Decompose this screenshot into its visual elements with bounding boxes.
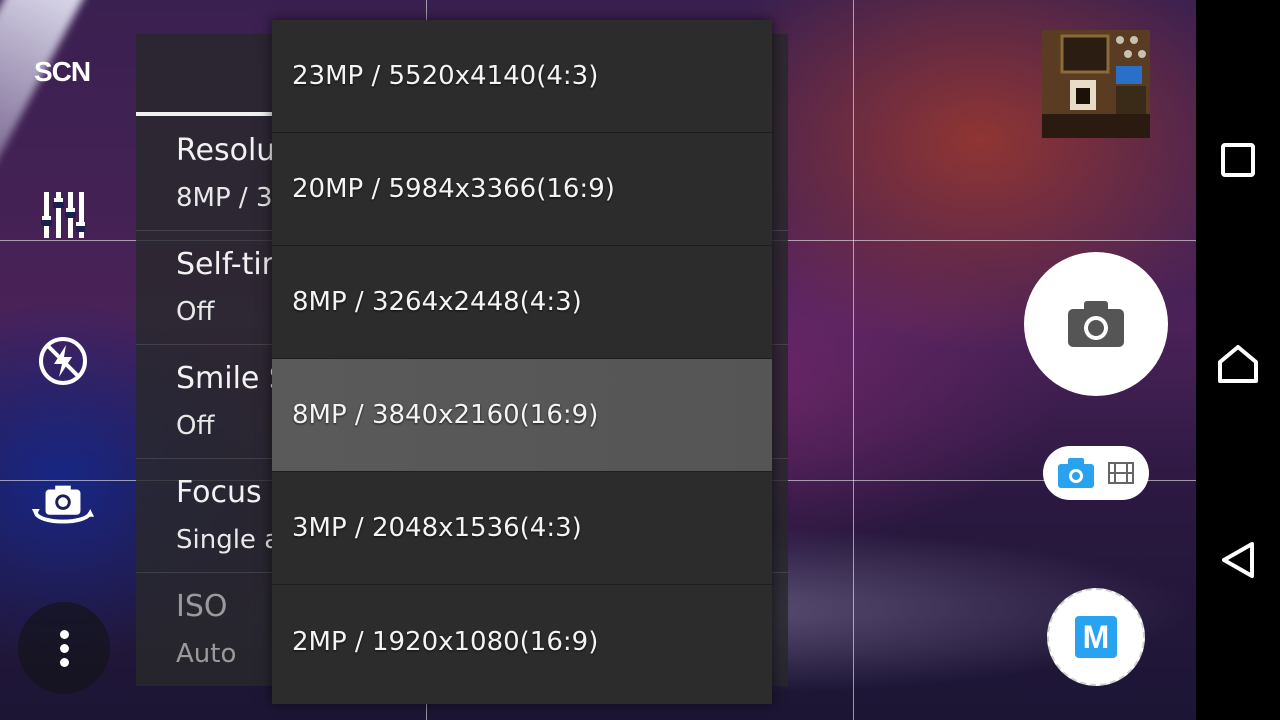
setting-value: Off [176, 297, 215, 327]
grid-line-vertical-2 [853, 0, 854, 720]
settings-tab-indicator [136, 112, 272, 116]
switch-camera-icon[interactable] [30, 474, 96, 540]
setting-value: Auto [176, 639, 237, 669]
home-icon[interactable] [1214, 340, 1262, 388]
back-icon[interactable] [1214, 536, 1262, 584]
navigation-bar [1196, 0, 1280, 720]
more-options-button[interactable] [18, 602, 110, 694]
last-photo-thumbnail[interactable] [1042, 30, 1150, 138]
more-vert-icon-dot [59, 643, 69, 653]
resolution-option[interactable]: 23MP / 5520x4140(4:3) [272, 20, 772, 133]
camera-icon [1058, 458, 1094, 488]
resolution-option-selected[interactable]: 8MP / 3840x2160(16:9) [272, 359, 772, 472]
resolution-option[interactable]: 8MP / 3264x2448(4:3) [272, 246, 772, 359]
setting-value: Off [176, 411, 215, 441]
manual-mode-label: M [1075, 616, 1117, 658]
resolution-option[interactable]: 2MP / 1920x1080(16:9) [272, 585, 772, 698]
sliders-icon[interactable] [30, 182, 96, 248]
resolution-option[interactable]: 20MP / 5984x3366(16:9) [272, 133, 772, 246]
video-icon [1108, 462, 1134, 484]
more-vert-icon [59, 629, 69, 639]
setting-title: ISO [176, 589, 228, 624]
scene-mode-button[interactable]: SCN [34, 56, 91, 88]
camera-icon [1068, 301, 1124, 347]
shutter-button[interactable] [1024, 252, 1168, 396]
recents-icon[interactable] [1214, 136, 1262, 184]
resolution-dropdown: 23MP / 5520x4140(4:3) 20MP / 5984x3366(1… [272, 20, 772, 704]
manual-mode-button[interactable]: M [1047, 588, 1145, 686]
flash-off-icon[interactable] [30, 328, 96, 394]
photo-video-toggle[interactable] [1043, 446, 1149, 500]
resolution-option[interactable]: 3MP / 2048x1536(4:3) [272, 472, 772, 585]
more-vert-icon-dot [59, 657, 69, 667]
